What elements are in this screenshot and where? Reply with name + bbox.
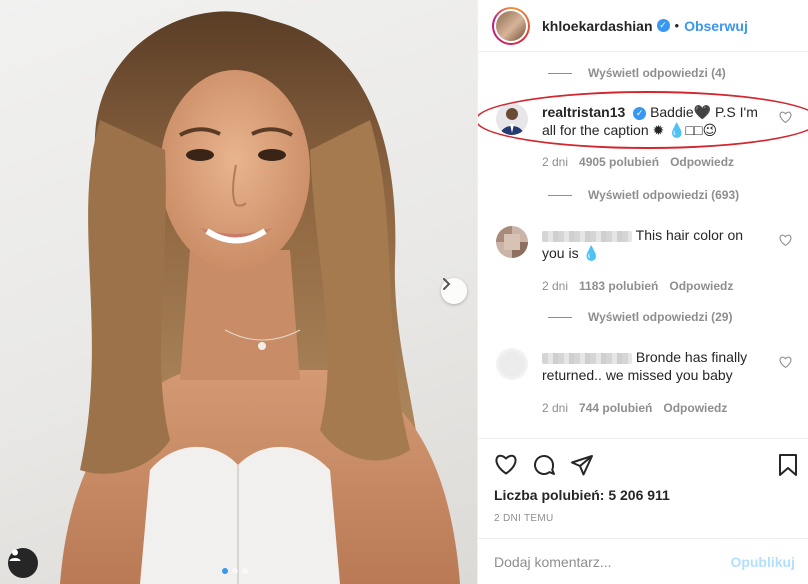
post-timestamp[interactable]: 2 DNI TEMU (494, 513, 554, 524)
blurred-username (542, 230, 632, 242)
likes-count[interactable]: Liczba polubień: 5 206 911 (494, 487, 670, 503)
post-photo[interactable] (0, 0, 477, 584)
replies-divider-line (548, 194, 572, 196)
like-comment-button[interactable] (779, 111, 792, 126)
avatar-image (496, 10, 526, 41)
commenter-username[interactable]: realtristan13 (542, 104, 625, 120)
reply-button[interactable]: Odpowiedz (670, 155, 734, 169)
carousel-dot (242, 568, 248, 574)
user-tag-icon (9, 549, 21, 561)
comment-age[interactable]: 2 dni (542, 401, 568, 415)
comments-list[interactable]: Wyświetl odpowiedzi (4) realtristan13 ✓ … (478, 53, 808, 438)
comment-meta: 2 dni 1183 polubień Odpowiedz (542, 279, 733, 293)
avatar-image (496, 348, 528, 380)
comment-text: Bronde has finally returned.. we missed … (542, 348, 777, 384)
instagram-post: khloekardashian ✓ • Obserwuj Wyświetl od… (0, 0, 808, 584)
post-actions: Liczba polubień: 5 206 911 2 DNI TEMU (478, 438, 808, 524)
view-replies-label: Wyświetl odpowiedzi (693) (588, 188, 740, 202)
replies-divider-line (548, 72, 572, 74)
follow-button[interactable]: Obserwuj (684, 18, 748, 34)
comment-age[interactable]: 2 dni (542, 155, 568, 169)
comment-icon[interactable] (532, 453, 556, 477)
comment-text-line1: Baddie🖤 P.S I'm (650, 104, 758, 120)
like-comment-button[interactable] (779, 356, 792, 371)
heart-icon (779, 234, 792, 247)
carousel-dot (232, 568, 238, 574)
view-replies-link[interactable]: Wyświetl odpowiedzi (693) (548, 188, 739, 202)
comment-meta: 2 dni 4905 polubień Odpowiedz (542, 155, 734, 169)
verified-icon: ✓ (633, 106, 647, 120)
next-slide-button[interactable] (441, 278, 467, 304)
avatar-image (496, 226, 528, 258)
save-post-button[interactable] (777, 453, 799, 480)
comment-meta: 2 dni 744 polubień Odpowiedz (542, 401, 727, 415)
tagged-users-button[interactable] (8, 548, 38, 578)
view-replies-label: Wyświetl odpowiedzi (29) (588, 310, 733, 324)
bookmark-icon (779, 454, 797, 476)
view-replies-link[interactable]: Wyświetl odpowiedzi (4) (548, 66, 726, 80)
comment-text-line2: returned.. we missed you baby (542, 367, 733, 383)
author-username[interactable]: khloekardashian (542, 18, 653, 34)
carousel-indicator (222, 568, 248, 574)
reply-button[interactable]: Odpowiedz (663, 401, 727, 415)
add-comment-bar: Opublikuj (478, 538, 808, 584)
share-icon[interactable] (570, 453, 594, 477)
blurred-username (542, 352, 632, 364)
comment-text: This hair color on you is 💧 (542, 226, 777, 262)
commenter-avatar[interactable] (496, 103, 528, 135)
comment-likes[interactable]: 4905 polubień (579, 155, 659, 169)
commenter-avatar[interactable] (496, 348, 528, 380)
comment-likes[interactable]: 1183 polubień (579, 279, 658, 293)
comment-likes[interactable]: 744 polubień (579, 401, 652, 415)
comment-input[interactable] (494, 553, 731, 570)
post-side-panel: khloekardashian ✓ • Obserwuj Wyświetl od… (477, 0, 808, 584)
chevron-right-icon (443, 278, 451, 290)
view-replies-label: Wyświetl odpowiedzi (4) (588, 66, 726, 80)
comment-age[interactable]: 2 dni (542, 279, 568, 293)
heart-icon[interactable] (494, 453, 518, 475)
heart-icon (779, 356, 792, 369)
comment-text-line2: all for the caption ✹ 💧□□😉 (542, 122, 718, 138)
author-avatar[interactable] (492, 6, 530, 45)
publish-button[interactable]: Opublikuj (730, 554, 795, 570)
action-icons (494, 453, 594, 477)
post-header: khloekardashian ✓ • Obserwuj (478, 0, 808, 52)
commenter-avatar[interactable] (496, 226, 528, 258)
header-separator: • (674, 18, 680, 33)
replies-divider-line (548, 316, 572, 318)
comment-text-line1: This hair color on (635, 227, 744, 243)
comment-text-line2: you is 💧 (542, 245, 600, 261)
comment-text-line1: Bronde has finally (635, 349, 748, 365)
comment-text: realtristan13 ✓ Baddie🖤 P.S I'm all for … (542, 103, 777, 139)
heart-icon (779, 111, 792, 124)
portrait-image (60, 11, 460, 584)
like-comment-button[interactable] (779, 234, 792, 249)
avatar-image (496, 103, 528, 135)
reply-button[interactable]: Odpowiedz (669, 279, 733, 293)
carousel-dot (222, 568, 228, 574)
verified-icon: ✓ (656, 19, 670, 32)
avatar-border (494, 8, 528, 43)
view-replies-link[interactable]: Wyświetl odpowiedzi (29) (548, 310, 732, 324)
